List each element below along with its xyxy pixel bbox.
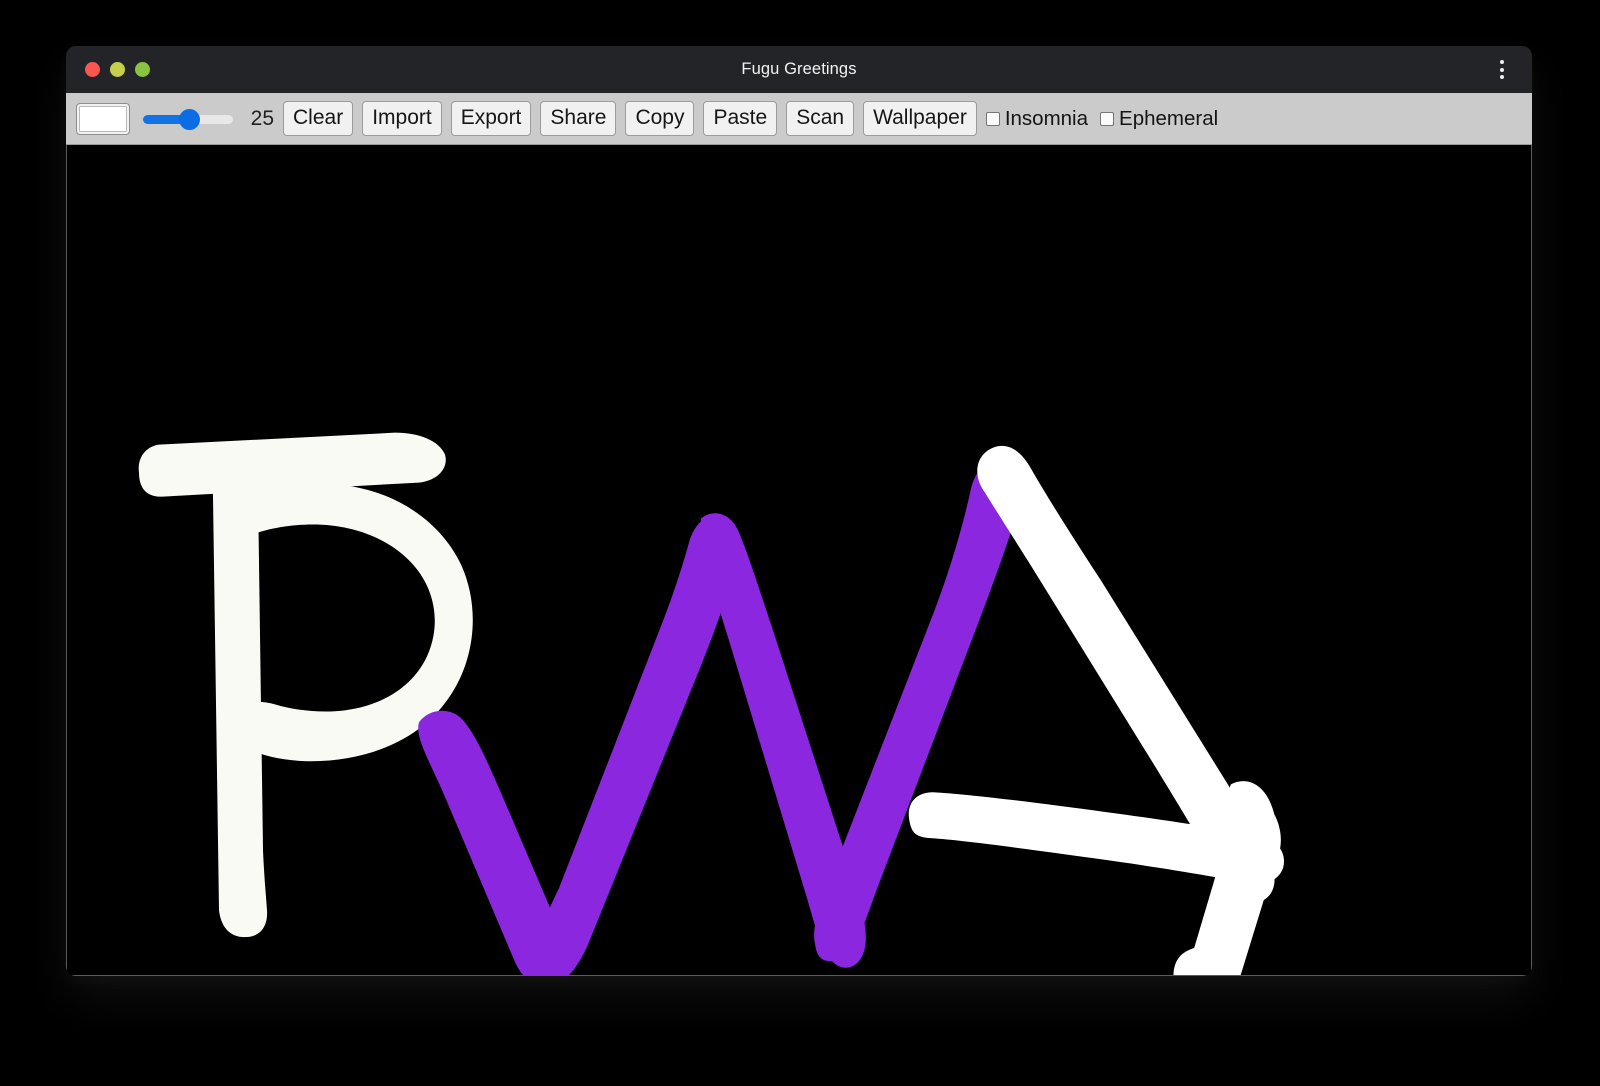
maximize-window-icon[interactable] — [135, 62, 150, 77]
kebab-menu-icon[interactable] — [1490, 46, 1514, 93]
share-button[interactable]: Share — [540, 101, 617, 136]
wallpaper-button[interactable]: Wallpaper — [863, 101, 977, 136]
kebab-dot-1 — [1500, 60, 1504, 64]
ephemeral-checkbox-label: Ephemeral — [1119, 106, 1219, 130]
color-swatch-icon[interactable] — [76, 102, 130, 135]
insomnia-checkbox-box[interactable] — [985, 111, 1000, 126]
screen: Fugu Greetings 25 Clear Import Export Sh… — [0, 0, 1600, 1086]
brush-size-value: 25 — [250, 106, 274, 130]
ephemeral-checkbox[interactable]: Ephemeral — [1100, 107, 1218, 131]
slider-thumb[interactable] — [179, 109, 200, 130]
paste-button[interactable]: Paste — [703, 101, 778, 136]
app-toolbar: 25 Clear Import Export Share Copy Paste … — [66, 93, 1532, 145]
clear-button[interactable]: Clear — [283, 101, 354, 136]
export-button[interactable]: Export — [450, 101, 532, 136]
drawing-canvas[interactable] — [66, 145, 1532, 976]
kebab-dot-2 — [1500, 67, 1504, 72]
brush-size-slider[interactable] — [141, 104, 237, 134]
window-titlebar: Fugu Greetings — [66, 46, 1532, 93]
window-title: Fugu Greetings — [741, 60, 857, 78]
stroke-letter-w — [418, 461, 1020, 975]
ephemeral-checkbox-box[interactable] — [1100, 111, 1115, 126]
minimize-window-icon[interactable] — [110, 62, 125, 77]
insomnia-checkbox[interactable]: Insomnia — [985, 106, 1089, 131]
copy-button[interactable]: Copy — [625, 101, 695, 136]
insomnia-checkbox-label: Insomnia — [1004, 106, 1089, 130]
app-window: Fugu Greetings 25 Clear Import Export Sh… — [66, 46, 1532, 976]
kebab-dot-3 — [1500, 75, 1504, 79]
close-window-icon[interactable] — [85, 62, 100, 77]
scan-button[interactable]: Scan — [786, 101, 855, 136]
import-button[interactable]: Import — [362, 101, 442, 136]
drawing-strokes — [138, 432, 1284, 975]
stroke-letter-p — [138, 432, 473, 938]
traffic-light-buttons — [85, 46, 150, 93]
